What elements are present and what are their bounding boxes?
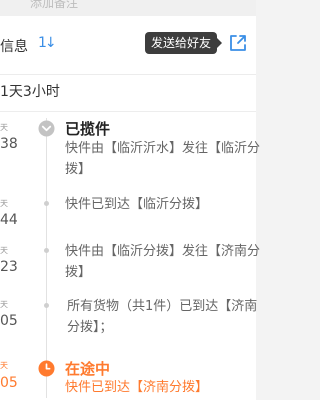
timeline-dot	[44, 303, 49, 308]
event-status: 在途中	[65, 360, 111, 378]
event-description: 快件已到达【济南分拨】	[65, 380, 209, 395]
event-description: 快件由【临沂分拨】发往【济南分拨】	[65, 244, 261, 280]
in-transit-clock-icon	[38, 360, 55, 377]
timeline-line	[46, 118, 47, 398]
send-to-friend-tooltip: 发送给好友	[145, 32, 223, 54]
event-date: 天	[0, 123, 8, 132]
event-time: 05	[0, 313, 18, 329]
event-description: 快件由【临沂沂水】发往【临沂分拨】	[65, 141, 261, 177]
transit-duration: 1天3小时	[0, 75, 256, 112]
event-time: 38	[0, 136, 18, 152]
event-date: 天	[0, 246, 8, 255]
tracking-timeline: 天 38 已揽件 快件由【临沂沂水】发往【临沂分拨】 天 44 快件已到达【临沂…	[0, 112, 260, 400]
sort-arrows-icon[interactable]: 1↓	[38, 35, 57, 51]
event-time: 44	[0, 212, 18, 228]
duration-text: 1天3小时	[0, 84, 60, 100]
timeline-dot	[44, 248, 49, 253]
header-title: 信息	[0, 39, 28, 55]
share-out-icon[interactable]	[227, 32, 249, 54]
event-time: 05	[0, 375, 18, 391]
event-date: 天	[0, 300, 8, 309]
event-description: 所有货物（共1件）已到达【济南分拨】；	[67, 299, 258, 335]
top-strip: 添加备注	[0, 0, 256, 16]
event-time: 23	[0, 259, 18, 275]
event-description: 快件已到达【临沂分拨】	[65, 197, 209, 212]
event-status: 已揽件	[65, 120, 111, 138]
event-date: 天	[0, 361, 8, 370]
tracking-header: 信息 1↓ 发送给好友	[0, 16, 256, 75]
remark-clipped-text: 添加备注	[30, 0, 79, 10]
collected-check-icon	[38, 120, 55, 137]
event-date: 天	[0, 199, 8, 208]
timeline-dot	[44, 201, 49, 206]
